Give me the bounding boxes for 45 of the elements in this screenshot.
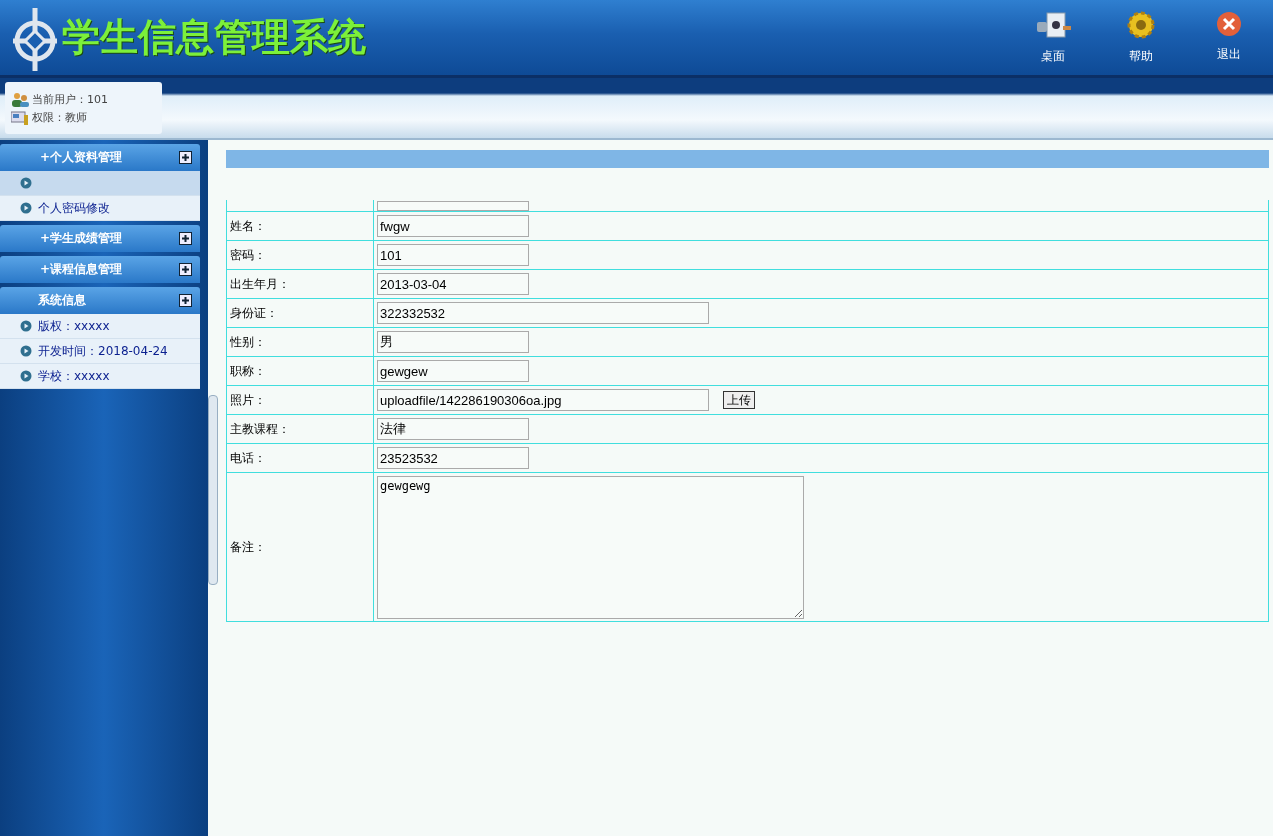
toolbar-button[interactable]: 帮助 xyxy=(1109,10,1173,65)
bullet-icon xyxy=(20,370,32,382)
menu-item[interactable]: 开发时间：2018-04-24 xyxy=(0,339,200,364)
expand-icon[interactable] xyxy=(179,232,192,245)
field-label: 职称： xyxy=(230,362,266,380)
file-path-field[interactable]: uploadfile/142286190306oa.jpg xyxy=(377,389,709,411)
bullet-icon xyxy=(20,202,32,214)
field-label: 出生年月： xyxy=(230,275,290,293)
text-field[interactable]: 322332532 xyxy=(377,302,709,324)
expand-icon[interactable] xyxy=(179,294,192,307)
notes-field[interactable]: gewgewg xyxy=(377,475,804,619)
text-field[interactable]: 法律 xyxy=(377,418,529,440)
expand-icon[interactable] xyxy=(179,151,192,164)
close-icon xyxy=(1215,10,1243,38)
field-label: 备注： xyxy=(230,538,266,556)
splitter-handle[interactable] xyxy=(208,395,218,585)
text-field[interactable]: 2013-03-04 xyxy=(377,273,529,295)
text-field[interactable]: fwgw xyxy=(377,215,529,237)
text-field[interactable]: 23523532 xyxy=(377,447,529,469)
text-field[interactable]: 男 xyxy=(377,331,529,353)
users-icon xyxy=(11,91,29,107)
field-label: 身份证： xyxy=(230,304,278,322)
field-label: 主教课程： xyxy=(230,420,290,438)
field-label: 密码： xyxy=(230,246,266,264)
menu-item[interactable]: 版权：xxxxx xyxy=(0,314,200,339)
bullet-icon xyxy=(20,320,32,332)
current-user-text: 当前用户：101 xyxy=(32,91,108,107)
toolbar-button[interactable]: 退出 xyxy=(1197,10,1261,63)
expand-icon[interactable] xyxy=(179,263,192,276)
bullet-icon xyxy=(20,345,32,357)
toolbar-button[interactable]: 桌面 xyxy=(1021,10,1085,65)
field-label: 电话： xyxy=(230,449,266,467)
upload-button[interactable]: 上传 xyxy=(723,391,755,409)
gear-icon xyxy=(1126,10,1156,40)
field-label: 姓名： xyxy=(230,217,266,235)
role-text: 权限：教师 xyxy=(32,109,87,125)
field-label: 照片： xyxy=(230,391,266,409)
text-field[interactable]: gewgew xyxy=(377,360,529,382)
app-title: 学生信息管理系统 xyxy=(62,13,366,61)
field-label: 性别： xyxy=(230,333,266,351)
menu-item[interactable]: 学校：xxxxx xyxy=(0,364,200,389)
id-card-icon xyxy=(11,109,29,125)
text-field[interactable] xyxy=(377,201,529,211)
text-field[interactable]: 101 xyxy=(377,244,529,266)
bullet-icon xyxy=(20,177,32,189)
